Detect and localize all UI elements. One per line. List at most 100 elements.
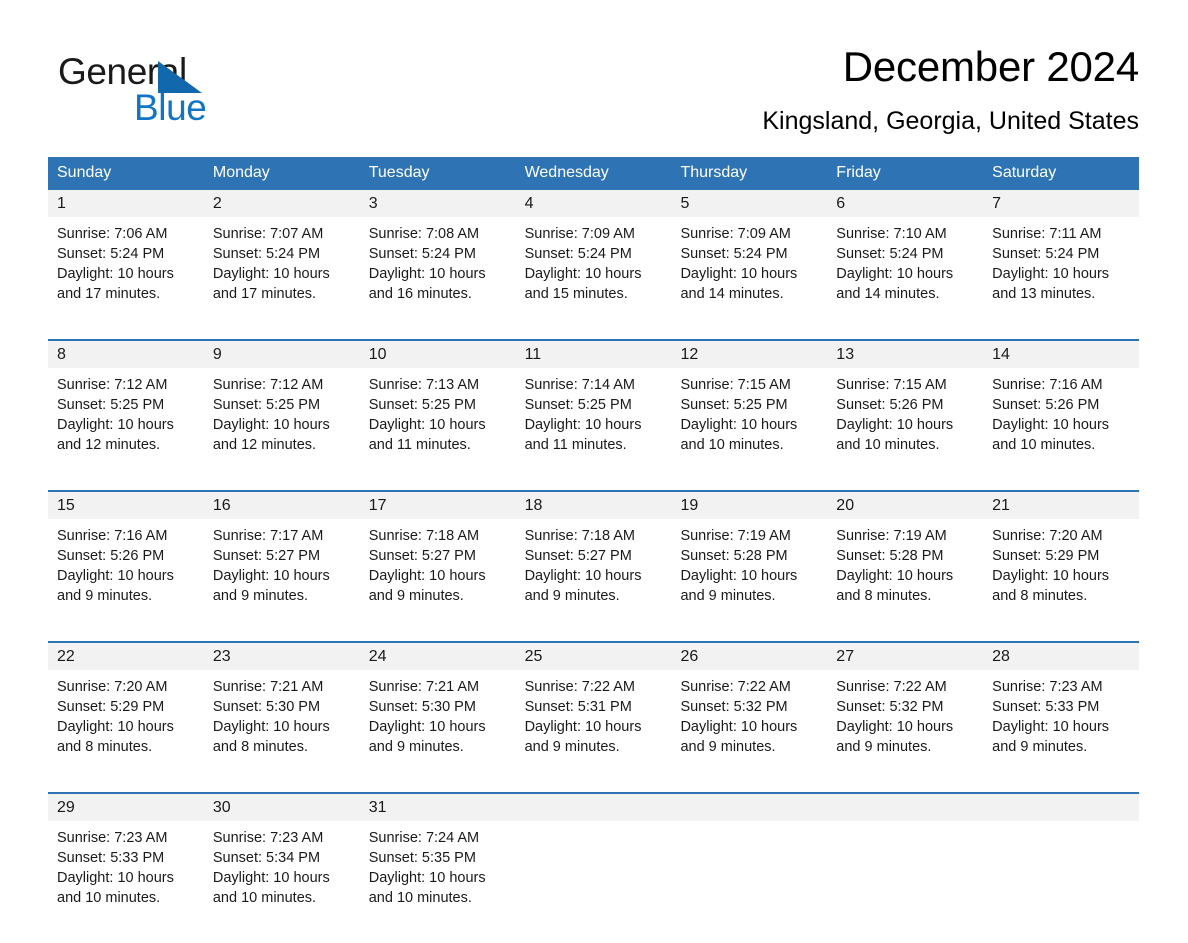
day-number: 24 [359,643,516,670]
day-number: 13 [827,341,984,368]
daylight-text-line1: Daylight: 10 hours [368,870,486,886]
daylight-text-line2: and 10 minutes. [992,437,1096,453]
day-cell[interactable]: 19 Sunrise: 7:19 AM Sunset: 5:28 PM Dayl… [671,492,828,620]
sunset-text: Sunset: 5:24 PM [524,246,632,262]
day-cell[interactable]: 16 Sunrise: 7:17 AM Sunset: 5:27 PM Dayl… [203,492,360,620]
day-cell[interactable]: 23 Sunrise: 7:21 AM Sunset: 5:30 PM Dayl… [203,643,360,771]
sunrise-text: Sunrise: 7:14 AM [524,377,635,393]
day-cell[interactable]: 5 Sunrise: 7:09 AM Sunset: 5:24 PM Dayli… [671,190,828,318]
day-cell[interactable]: 1 Sunrise: 7:06 AM Sunset: 5:24 PM Dayli… [48,190,204,318]
day-cell-empty [983,794,1140,922]
day-number: 16 [203,492,360,519]
day-details [671,821,827,828]
day-cell[interactable]: 6 Sunrise: 7:10 AM Sunset: 5:24 PM Dayli… [827,190,984,318]
day-cell[interactable]: 2 Sunrise: 7:07 AM Sunset: 5:24 PM Dayli… [203,190,360,318]
day-details: Sunrise: 7:18 AM Sunset: 5:27 PM Dayligh… [516,519,672,606]
generalblue-logo[interactable]: General Blue [58,50,378,136]
day-cell[interactable]: 4 Sunrise: 7:09 AM Sunset: 5:24 PM Dayli… [515,190,672,318]
day-details: Sunrise: 7:12 AM Sunset: 5:25 PM Dayligh… [48,368,204,455]
day-cell[interactable]: 27 Sunrise: 7:22 AM Sunset: 5:32 PM Dayl… [827,643,984,771]
sunset-text: Sunset: 5:34 PM [212,850,321,866]
day-cell[interactable]: 21 Sunrise: 7:20 AM Sunset: 5:29 PM Dayl… [983,492,1140,620]
day-number: 19 [671,492,828,519]
day-cell[interactable]: 31 Sunrise: 7:24 AM Sunset: 5:35 PM Dayl… [359,794,516,922]
week-spacer [48,620,1139,641]
day-cell[interactable]: 12 Sunrise: 7:15 AM Sunset: 5:25 PM Dayl… [671,341,828,469]
daylight-text-line2: and 14 minutes. [836,286,940,302]
sunrise-text: Sunrise: 7:18 AM [524,528,635,544]
day-cell[interactable]: 14 Sunrise: 7:16 AM Sunset: 5:26 PM Dayl… [983,341,1140,469]
sunrise-text: Sunrise: 7:22 AM [836,679,947,695]
day-cell[interactable]: 9 Sunrise: 7:12 AM Sunset: 5:25 PM Dayli… [203,341,360,469]
sunset-text: Sunset: 5:27 PM [524,548,632,564]
day-details: Sunrise: 7:15 AM Sunset: 5:26 PM Dayligh… [827,368,983,455]
daylight-text-line2: and 9 minutes. [524,739,620,755]
day-cell[interactable]: 18 Sunrise: 7:18 AM Sunset: 5:27 PM Dayl… [515,492,672,620]
day-cell[interactable]: 15 Sunrise: 7:16 AM Sunset: 5:26 PM Dayl… [48,492,204,620]
daylight-text-line1: Daylight: 10 hours [212,870,330,886]
sunset-text: Sunset: 5:24 PM [836,246,944,262]
sunset-text: Sunset: 5:25 PM [524,397,632,413]
week-row: 22 Sunrise: 7:20 AM Sunset: 5:29 PM Dayl… [48,641,1140,792]
day-number: 18 [515,492,672,519]
sunrise-text: Sunrise: 7:16 AM [992,377,1103,393]
day-number [671,794,828,821]
day-details: Sunrise: 7:17 AM Sunset: 5:27 PM Dayligh… [204,519,360,606]
day-cell[interactable]: 20 Sunrise: 7:19 AM Sunset: 5:28 PM Dayl… [827,492,984,620]
day-number [827,794,984,821]
day-number: 17 [359,492,516,519]
day-number: 2 [203,190,360,217]
day-number [983,794,1140,821]
day-details: Sunrise: 7:10 AM Sunset: 5:24 PM Dayligh… [827,217,983,304]
weekday-header-monday: Monday [212,164,270,181]
daylight-text-line2: and 10 minutes. [57,890,161,906]
day-cell[interactable]: 24 Sunrise: 7:21 AM Sunset: 5:30 PM Dayl… [359,643,516,771]
daylight-text-line1: Daylight: 10 hours [680,719,798,735]
day-details: Sunrise: 7:23 AM Sunset: 5:33 PM Dayligh… [48,821,204,908]
daylight-text-line2: and 9 minutes. [836,739,932,755]
day-cell[interactable]: 7 Sunrise: 7:11 AM Sunset: 5:24 PM Dayli… [983,190,1140,318]
sunset-text: Sunset: 5:24 PM [368,246,476,262]
day-cell[interactable]: 3 Sunrise: 7:08 AM Sunset: 5:24 PM Dayli… [359,190,516,318]
weekday-header-row: Sunday Monday Tuesday Wednesday Thursday… [48,157,1139,188]
day-cell[interactable]: 8 Sunrise: 7:12 AM Sunset: 5:25 PM Dayli… [48,341,204,469]
daylight-text-line2: and 14 minutes. [680,286,784,302]
day-cell[interactable]: 13 Sunrise: 7:15 AM Sunset: 5:26 PM Dayl… [827,341,984,469]
sunset-text: Sunset: 5:27 PM [368,548,476,564]
daylight-text-line2: and 12 minutes. [57,437,161,453]
day-cell[interactable]: 17 Sunrise: 7:18 AM Sunset: 5:27 PM Dayl… [359,492,516,620]
day-cell[interactable]: 26 Sunrise: 7:22 AM Sunset: 5:32 PM Dayl… [671,643,828,771]
daylight-text-line1: Daylight: 10 hours [836,719,954,735]
sunset-text: Sunset: 5:24 PM [992,246,1100,262]
day-details: Sunrise: 7:22 AM Sunset: 5:32 PM Dayligh… [827,670,983,757]
sunrise-text: Sunrise: 7:18 AM [368,528,480,544]
sunrise-text: Sunrise: 7:17 AM [212,528,324,544]
day-cell[interactable]: 22 Sunrise: 7:20 AM Sunset: 5:29 PM Dayl… [48,643,204,771]
day-cell[interactable]: 29 Sunrise: 7:23 AM Sunset: 5:33 PM Dayl… [48,794,204,922]
daylight-text-line1: Daylight: 10 hours [368,417,486,433]
day-details: Sunrise: 7:18 AM Sunset: 5:27 PM Dayligh… [360,519,516,606]
week-spacer [48,922,1139,943]
day-cell[interactable]: 10 Sunrise: 7:13 AM Sunset: 5:25 PM Dayl… [359,341,516,469]
day-number: 1 [48,190,204,217]
day-cell[interactable]: 25 Sunrise: 7:22 AM Sunset: 5:31 PM Dayl… [515,643,672,771]
sunset-text: Sunset: 5:24 PM [212,246,321,262]
daylight-text-line2: and 9 minutes. [368,588,464,604]
daylight-text-line2: and 12 minutes. [212,437,317,453]
daylight-text-line2: and 11 minutes. [524,437,627,453]
day-cell[interactable]: 30 Sunrise: 7:23 AM Sunset: 5:34 PM Dayl… [203,794,360,922]
daylight-text-line1: Daylight: 10 hours [368,719,486,735]
day-cell[interactable]: 28 Sunrise: 7:23 AM Sunset: 5:33 PM Dayl… [983,643,1140,771]
day-number: 5 [671,190,828,217]
daylight-text-line1: Daylight: 10 hours [368,568,486,584]
day-cell[interactable]: 11 Sunrise: 7:14 AM Sunset: 5:25 PM Dayl… [515,341,672,469]
day-details [827,821,983,828]
sunset-text: Sunset: 5:26 PM [992,397,1100,413]
daylight-text-line1: Daylight: 10 hours [680,568,798,584]
daylight-text-line2: and 9 minutes. [524,588,620,604]
day-details: Sunrise: 7:09 AM Sunset: 5:24 PM Dayligh… [671,217,827,304]
daylight-text-line2: and 10 minutes. [680,437,784,453]
daylight-text-line1: Daylight: 10 hours [212,568,330,584]
weekday-header-friday: Friday [836,164,881,181]
day-details: Sunrise: 7:22 AM Sunset: 5:32 PM Dayligh… [671,670,827,757]
